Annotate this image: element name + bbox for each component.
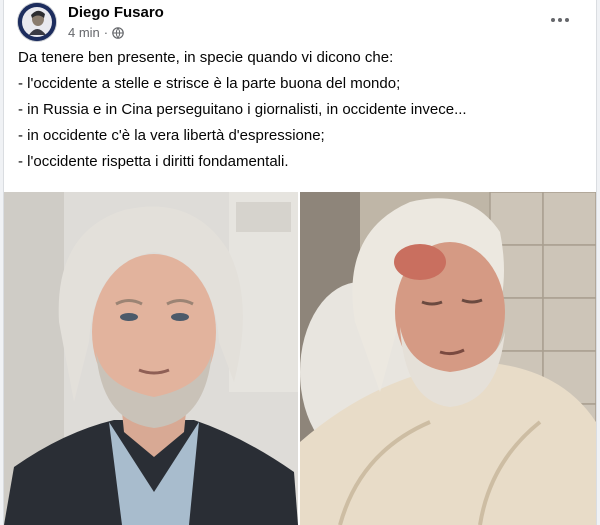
photo-man-in-bed[interactable] <box>300 192 596 525</box>
post-text: Da tenere ben presente, in specie quando… <box>18 48 588 178</box>
avatar-image <box>18 3 56 41</box>
post-line: - l'occidente rispetta i diritti fondame… <box>18 153 289 170</box>
meta-separator: · <box>103 25 109 40</box>
author-name[interactable]: Diego Fusaro <box>68 4 164 21</box>
post-card: Diego Fusaro 4 min · Da tenere ben prese… <box>4 0 596 525</box>
post-meta: 4 min · <box>68 25 124 40</box>
post-timestamp[interactable]: 4 min <box>68 25 100 40</box>
photo-grid <box>4 192 596 525</box>
post-line: - l'occidente a stelle e strisce è la pa… <box>18 75 401 92</box>
avatar[interactable] <box>18 3 56 41</box>
more-horizontal-icon[interactable] <box>546 8 574 32</box>
post-line: - in Russia e in Cina perseguitano i gio… <box>18 101 467 118</box>
globe-icon[interactable] <box>112 26 124 39</box>
post-line: - in occidente c'è la vera libertà d'esp… <box>18 127 325 144</box>
post-line: Da tenere ben presente, in specie quando… <box>18 49 394 66</box>
photo-man-portrait-suit[interactable] <box>4 192 298 525</box>
post-header: Diego Fusaro 4 min · <box>4 0 596 46</box>
